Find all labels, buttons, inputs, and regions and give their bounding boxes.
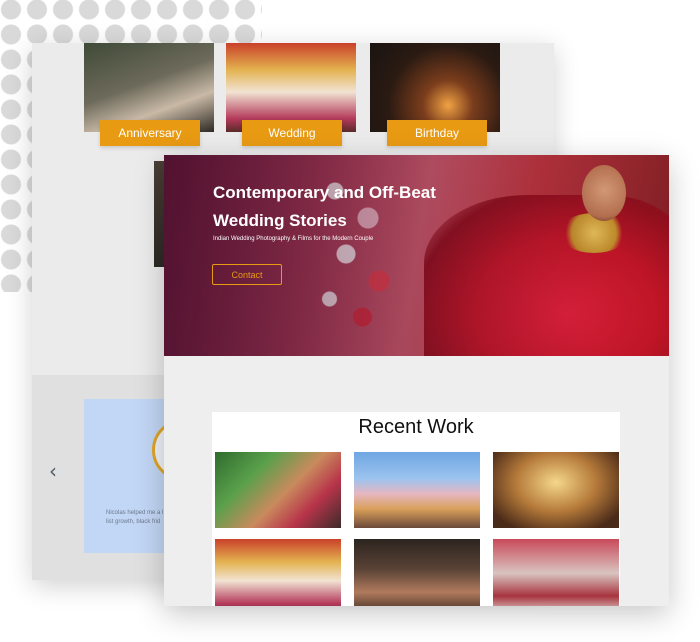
- category-anniversary-button[interactable]: Anniversary: [100, 120, 200, 146]
- hero-banner: Contemporary and Off-Beat Wedding Storie…: [164, 155, 669, 356]
- contact-button[interactable]: Contact: [212, 264, 282, 285]
- hero-title: Contemporary and Off-Beat Wedding Storie…: [213, 183, 436, 230]
- recent-work-title: Recent Work: [358, 416, 474, 438]
- recent-work-photo[interactable]: [493, 539, 619, 606]
- testimonial-text: Nicolas helped me a l list growth, black…: [106, 510, 164, 525]
- anniversary-photo[interactable]: [84, 43, 214, 132]
- hero-subtitle: Indian Wedding Photography & Films for t…: [213, 236, 374, 242]
- wedding-photo[interactable]: [226, 43, 356, 132]
- category-birthday-button[interactable]: Birthday: [387, 120, 487, 146]
- front-page-preview: Contemporary and Off-Beat Wedding Storie…: [164, 155, 669, 606]
- chevron-left-icon[interactable]: ‹: [49, 459, 57, 483]
- birthday-photo[interactable]: [370, 43, 500, 132]
- recent-work-photo[interactable]: [493, 452, 619, 528]
- recent-work-photo[interactable]: [215, 539, 341, 606]
- recent-work-section: Recent Work: [212, 412, 620, 606]
- recent-work-photo[interactable]: [354, 452, 480, 528]
- category-wedding-button[interactable]: Wedding: [242, 120, 342, 146]
- recent-work-photo[interactable]: [215, 452, 341, 528]
- recent-work-photo[interactable]: [354, 539, 480, 606]
